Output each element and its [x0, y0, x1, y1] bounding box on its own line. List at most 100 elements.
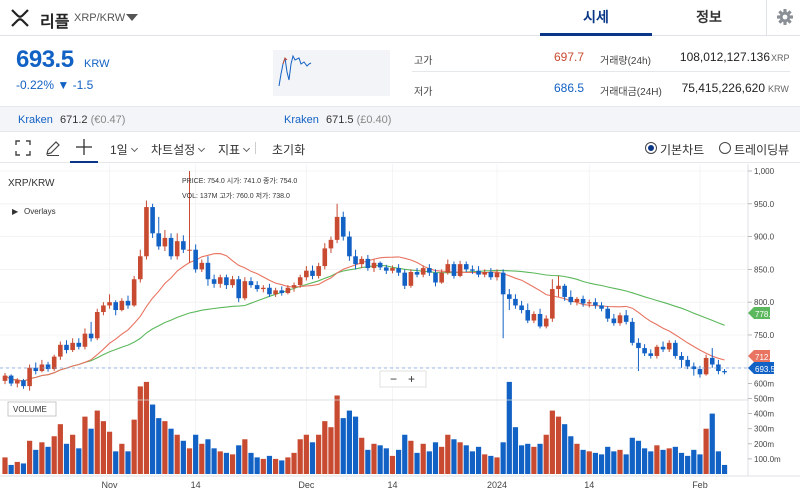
- candle-body: [390, 268, 395, 271]
- volume-tick-label: 600m: [754, 379, 774, 388]
- tradingview-radio[interactable]: [719, 142, 731, 154]
- zoom-controls: − +: [379, 370, 427, 388]
- volume-tick-label: 400m: [754, 410, 774, 419]
- coin-select-caret-icon[interactable]: [126, 14, 138, 21]
- low-label: 저가: [414, 87, 433, 98]
- volume-bar: [82, 416, 88, 474]
- volume-bar: [334, 395, 340, 474]
- price-unit: KRW: [84, 58, 110, 70]
- volume-bar: [236, 445, 242, 474]
- candle-body: [377, 262, 383, 268]
- ma-long-badge: 778.6: [748, 307, 776, 319]
- volume-bar: [605, 446, 611, 474]
- candle-body: [150, 207, 155, 234]
- volume-bar: [629, 437, 635, 474]
- volume-bar: [562, 424, 568, 474]
- candle-body: [70, 342, 75, 351]
- volume-bar: [322, 421, 328, 474]
- volume-bar: [451, 439, 457, 474]
- chart-legend-price: PRICE: 754.0 시가: 741.0 종가: 754.0: [182, 176, 297, 185]
- tab-info[interactable]: 정보: [652, 0, 766, 36]
- indicators-dropdown[interactable]: 지표: [218, 141, 251, 158]
- interval-dropdown[interactable]: 1일: [110, 141, 138, 158]
- volume-bar: [642, 448, 648, 474]
- overlays-toggle[interactable]: Overlays: [24, 207, 56, 216]
- tradingview-label[interactable]: 트레이딩뷰: [734, 141, 789, 158]
- candle-body: [316, 266, 321, 276]
- volume-bar: [106, 431, 113, 474]
- price-tick-label: 800.0: [754, 298, 775, 307]
- volume-tick-label: 200m: [754, 440, 774, 449]
- time-tick-label: Dec: [298, 480, 315, 490]
- crosshair-tool[interactable]: [70, 133, 98, 163]
- basic-chart-radio[interactable]: [645, 142, 657, 154]
- volume-bar: [617, 449, 623, 474]
- volume-bar: [660, 449, 666, 474]
- mini-chart: [273, 50, 390, 96]
- volume-bar: [439, 446, 445, 474]
- ticker-divider: [412, 71, 790, 72]
- candle-body: [611, 318, 617, 324]
- volume-bar: [721, 464, 728, 474]
- moving-average-lines: [4, 253, 725, 382]
- basic-chart-label[interactable]: 기본차트: [660, 141, 704, 158]
- volume-bar: [549, 410, 555, 474]
- crosshair-icon: [76, 139, 92, 155]
- volume-bar: [475, 446, 482, 474]
- volume-bar: [365, 449, 371, 474]
- candle-body: [654, 346, 660, 356]
- ma-long-value: 778.6: [755, 310, 776, 319]
- volume-bar: [150, 404, 156, 474]
- volume-bar: [463, 445, 469, 474]
- reset-button[interactable]: 초기화: [272, 141, 305, 158]
- zoom-in-button[interactable]: +: [408, 372, 415, 386]
- ma-short-line: [4, 253, 725, 382]
- volume-bar: [137, 386, 143, 474]
- volume-bar: [457, 442, 463, 474]
- candle-body: [709, 357, 715, 365]
- volume-bar: [426, 451, 432, 474]
- overlays-toggle-icon[interactable]: ▶: [12, 207, 19, 216]
- chevron-down-icon: [243, 144, 251, 153]
- volume-tick-label: 500m: [754, 395, 774, 404]
- candle-body: [181, 241, 186, 250]
- candle-body: [605, 308, 610, 319]
- volume-bar: [396, 449, 402, 474]
- volume-bar: [512, 427, 519, 474]
- chart-grid: [0, 164, 748, 476]
- coin-name[interactable]: 리플: [40, 8, 69, 32]
- volume-bar: [494, 457, 500, 474]
- amount-label: 거래대금(24H): [600, 87, 662, 98]
- coin-pair[interactable]: XRP/KRW: [74, 12, 125, 24]
- amount-unit: KRW: [768, 84, 789, 94]
- volume-bar: [27, 440, 33, 474]
- pencil-icon[interactable]: [44, 139, 62, 157]
- candle-body: [365, 258, 371, 269]
- candle-body: [476, 270, 481, 275]
- candle-body: [457, 264, 463, 276]
- volume-unit: XRP: [771, 53, 790, 63]
- volume-bar: [623, 454, 629, 474]
- volume-bar: [715, 451, 721, 474]
- volume-bar: [691, 449, 697, 474]
- chart-settings-dropdown[interactable]: 차트설정: [151, 141, 206, 158]
- high-value: 697.7: [553, 50, 584, 64]
- price-change: -0.22% ▼ -1.5: [16, 78, 94, 92]
- zoom-out-button[interactable]: −: [390, 372, 397, 386]
- settings-button[interactable]: [766, 0, 800, 36]
- volume-bar: [402, 434, 408, 474]
- tab-quote[interactable]: 시세: [540, 0, 652, 36]
- exchange-name[interactable]: Kraken: [18, 114, 53, 126]
- volume-bar: [2, 457, 8, 474]
- candle-body: [673, 342, 678, 356]
- candle-body: [58, 344, 63, 357]
- exchange-name[interactable]: Kraken: [284, 114, 319, 126]
- candle-body: [248, 281, 254, 286]
- price-chart[interactable]: 1,000950.0900.0850.0800.0750.0700.0 600m…: [0, 164, 800, 495]
- volume-bar: [8, 464, 14, 474]
- candle-body: [88, 333, 94, 339]
- volume-bar: [76, 448, 82, 474]
- volume-bar: [14, 461, 20, 474]
- volume-bar: [279, 460, 285, 474]
- fullscreen-icon[interactable]: [14, 139, 32, 157]
